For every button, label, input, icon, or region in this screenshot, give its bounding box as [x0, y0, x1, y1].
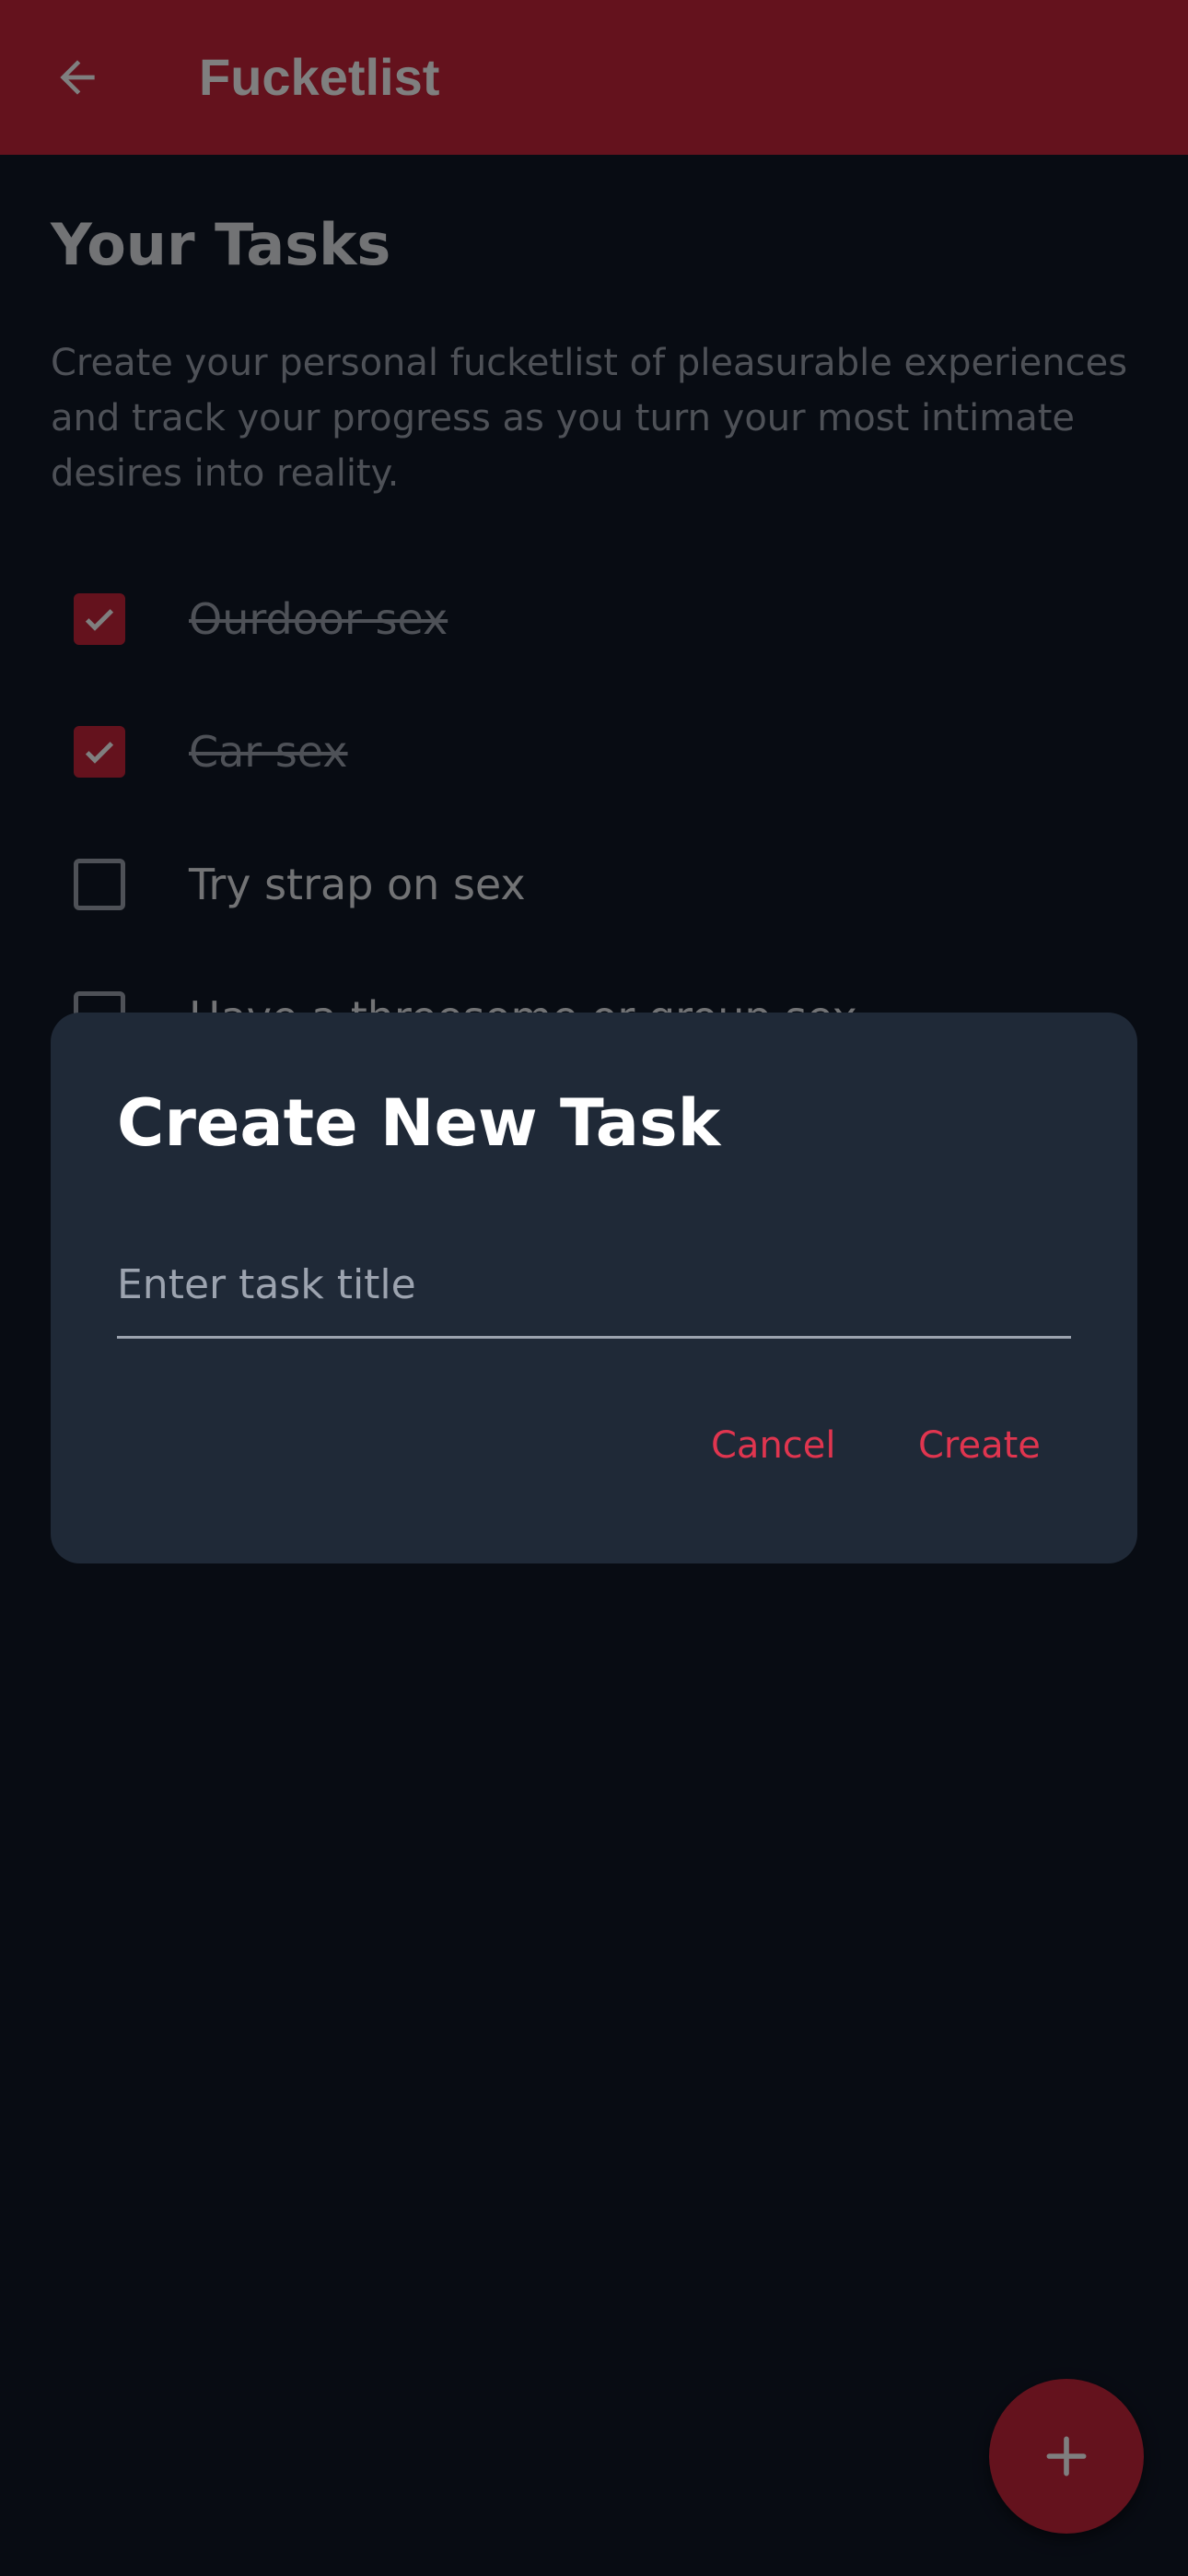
task-title-input[interactable] — [117, 1234, 1071, 1339]
create-button[interactable]: Create — [900, 1399, 1059, 1492]
cancel-button[interactable]: Cancel — [693, 1399, 855, 1492]
create-task-dialog: Create New Task Cancel Create — [51, 1013, 1137, 1563]
dialog-title: Create New Task — [117, 1085, 721, 1161]
